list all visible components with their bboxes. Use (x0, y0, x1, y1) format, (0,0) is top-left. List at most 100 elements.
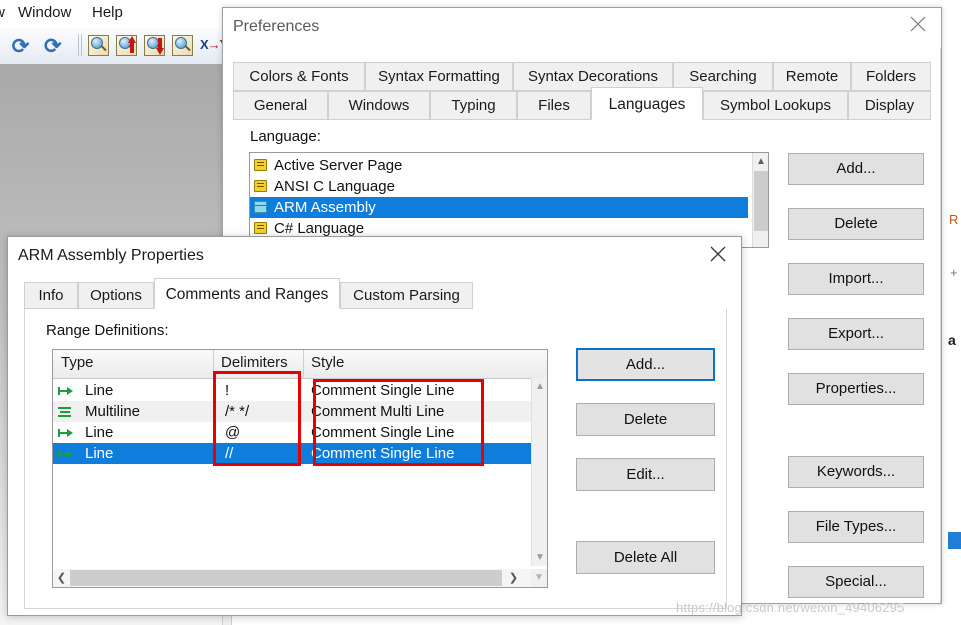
preferences-titlebar[interactable]: Preferences (223, 8, 941, 48)
toolbar: ⟲ ⟳ X→Y (0, 28, 230, 65)
range-definitions-label: Range Definitions: (46, 322, 169, 339)
cell-delimiters: // (225, 445, 234, 462)
cell-style: Comment Single Line (311, 382, 455, 399)
arm-titlebar[interactable]: ARM Assembly Properties (8, 237, 741, 275)
edit-range-button[interactable]: Edit... (576, 458, 715, 491)
tab-remote[interactable]: Remote (773, 62, 851, 91)
multiline-range-icon (58, 406, 75, 418)
down-arrow-shape (156, 48, 164, 55)
import-button[interactable]: Import... (788, 263, 924, 295)
right-strip-label: R (949, 212, 959, 227)
redo-arrow-icon[interactable]: ⟳ (44, 34, 62, 59)
right-strip-selection (948, 532, 961, 549)
export-button[interactable]: Export... (788, 318, 924, 350)
tab-comments-and-ranges[interactable]: Comments and Ranges (154, 278, 340, 309)
scrollbar-thumb[interactable] (754, 171, 768, 231)
chevron-up-icon[interactable]: ▲ (753, 153, 768, 170)
tab-info[interactable]: Info (24, 282, 78, 309)
close-icon[interactable] (695, 237, 741, 267)
table-horizontal-scrollbar[interactable]: ❮ ❯ (53, 569, 547, 587)
chevron-up-icon[interactable]: ▲ (532, 378, 547, 395)
special-button[interactable]: Special... (788, 566, 924, 598)
preferences-title: Preferences (233, 18, 320, 35)
tab-typing[interactable]: Typing (430, 91, 517, 120)
tab-display[interactable]: Display (848, 91, 931, 120)
column-header-style[interactable]: Style (311, 354, 344, 371)
column-header-delimiters[interactable]: Delimiters (221, 354, 288, 371)
line-range-icon (58, 448, 75, 460)
scrollbar-thumb[interactable] (70, 570, 502, 586)
preferences-tabs-row-2: General Windows Typing Files Languages S… (223, 87, 941, 121)
tab-symbol-lookups[interactable]: Symbol Lookups (703, 91, 848, 120)
handle-shape (100, 44, 107, 52)
right-strip-plus-icon: + (950, 265, 958, 280)
language-listbox[interactable]: Active Server Page ANSI C Language ARM A… (249, 152, 769, 248)
table-vertical-scrollbar[interactable]: ▲ ▼ (531, 378, 547, 566)
preferences-divider (940, 48, 941, 603)
table-header: Type Delimiters Style (53, 350, 547, 379)
menu-item-window[interactable]: Window (18, 4, 71, 21)
column-header-type[interactable]: Type (61, 354, 94, 371)
tab-languages[interactable]: Languages (591, 87, 703, 120)
cell-type: Line (85, 424, 114, 441)
tab-folders[interactable]: Folders (851, 62, 931, 91)
delete-all-ranges-button[interactable]: Delete All (576, 541, 715, 574)
tab-files[interactable]: Files (517, 91, 591, 120)
range-definitions-table[interactable]: Type Delimiters Style Line ! Comment Sin… (52, 349, 548, 588)
language-list-scrollbar[interactable]: ▲ (752, 153, 768, 247)
cell-delimiters: ! (225, 382, 230, 399)
close-icon[interactable] (895, 8, 941, 38)
tab-general[interactable]: General (233, 91, 328, 120)
tab-windows[interactable]: Windows (328, 91, 430, 120)
cell-delimiters: /* */ (225, 403, 250, 420)
up-arrow-stem (130, 42, 134, 53)
add-language-button[interactable]: Add... (788, 153, 924, 185)
magnifier-icon[interactable] (88, 35, 109, 56)
cell-type: Multiline (85, 403, 141, 420)
add-range-button[interactable]: Add... (576, 348, 715, 381)
delete-range-button[interactable]: Delete (576, 403, 715, 436)
magnifier-all-icon[interactable] (172, 35, 193, 56)
arm-dialog-title: ARM Assembly Properties (18, 247, 204, 264)
cyan-file-icon (254, 201, 267, 213)
line-range-icon (58, 427, 75, 439)
chevron-down-icon[interactable]: ▼ (532, 549, 547, 566)
table-row[interactable]: Line @ Comment Single Line (53, 422, 531, 443)
list-item[interactable]: Active Server Page (250, 155, 768, 176)
cell-type: Line (85, 382, 114, 399)
delete-language-button[interactable]: Delete (788, 208, 924, 240)
file-types-button[interactable]: File Types... (788, 511, 924, 543)
properties-button[interactable]: Properties... (788, 373, 924, 405)
watermark: https://blog.csdn.net/weixin_49406295 (676, 600, 905, 615)
tab-syntax-formatting[interactable]: Syntax Formatting (365, 62, 513, 91)
magnifier-down-arrow-icon[interactable] (144, 35, 165, 56)
table-row[interactable]: Line ! Comment Single Line (53, 380, 531, 401)
tab-colors-and-fonts[interactable]: Colors & Fonts (233, 62, 365, 91)
chevron-right-icon[interactable]: ❯ (505, 569, 522, 587)
tab-options[interactable]: Options (78, 282, 154, 309)
magnifier-up-arrow-icon[interactable] (116, 35, 137, 56)
menu-item-help[interactable]: Help (92, 4, 123, 21)
right-strip-text: a (948, 332, 956, 348)
column-divider[interactable] (303, 350, 304, 377)
list-item[interactable]: ANSI C Language (250, 176, 768, 197)
cell-delimiters: @ (225, 424, 241, 441)
undo-arrow-icon[interactable]: ⟲ (12, 34, 30, 59)
scrollbar-corner-icon[interactable]: ▼ (531, 569, 547, 587)
background-right-strip: R + a (948, 100, 961, 625)
list-item-label: ARM Assembly (274, 199, 376, 216)
cell-style: Comment Single Line (311, 445, 455, 462)
keywords-button[interactable]: Keywords... (788, 456, 924, 488)
cell-type: Line (85, 445, 114, 462)
tab-custom-parsing[interactable]: Custom Parsing (340, 282, 473, 309)
column-divider[interactable] (213, 350, 214, 377)
table-row[interactable]: Multiline /* */ Comment Multi Line (53, 401, 531, 422)
menu-item-view[interactable]: w (0, 4, 5, 21)
toolbar-separator (81, 34, 82, 56)
toolbar-separator (78, 34, 79, 56)
list-item-label: ANSI C Language (274, 178, 395, 195)
list-item-selected[interactable]: ARM Assembly (250, 197, 748, 218)
chevron-left-icon[interactable]: ❮ (53, 569, 70, 587)
table-row-selected[interactable]: Line // Comment Single Line (53, 443, 531, 464)
preferences-tabs-row-1: Colors & Fonts Syntax Formatting Syntax … (223, 62, 941, 92)
